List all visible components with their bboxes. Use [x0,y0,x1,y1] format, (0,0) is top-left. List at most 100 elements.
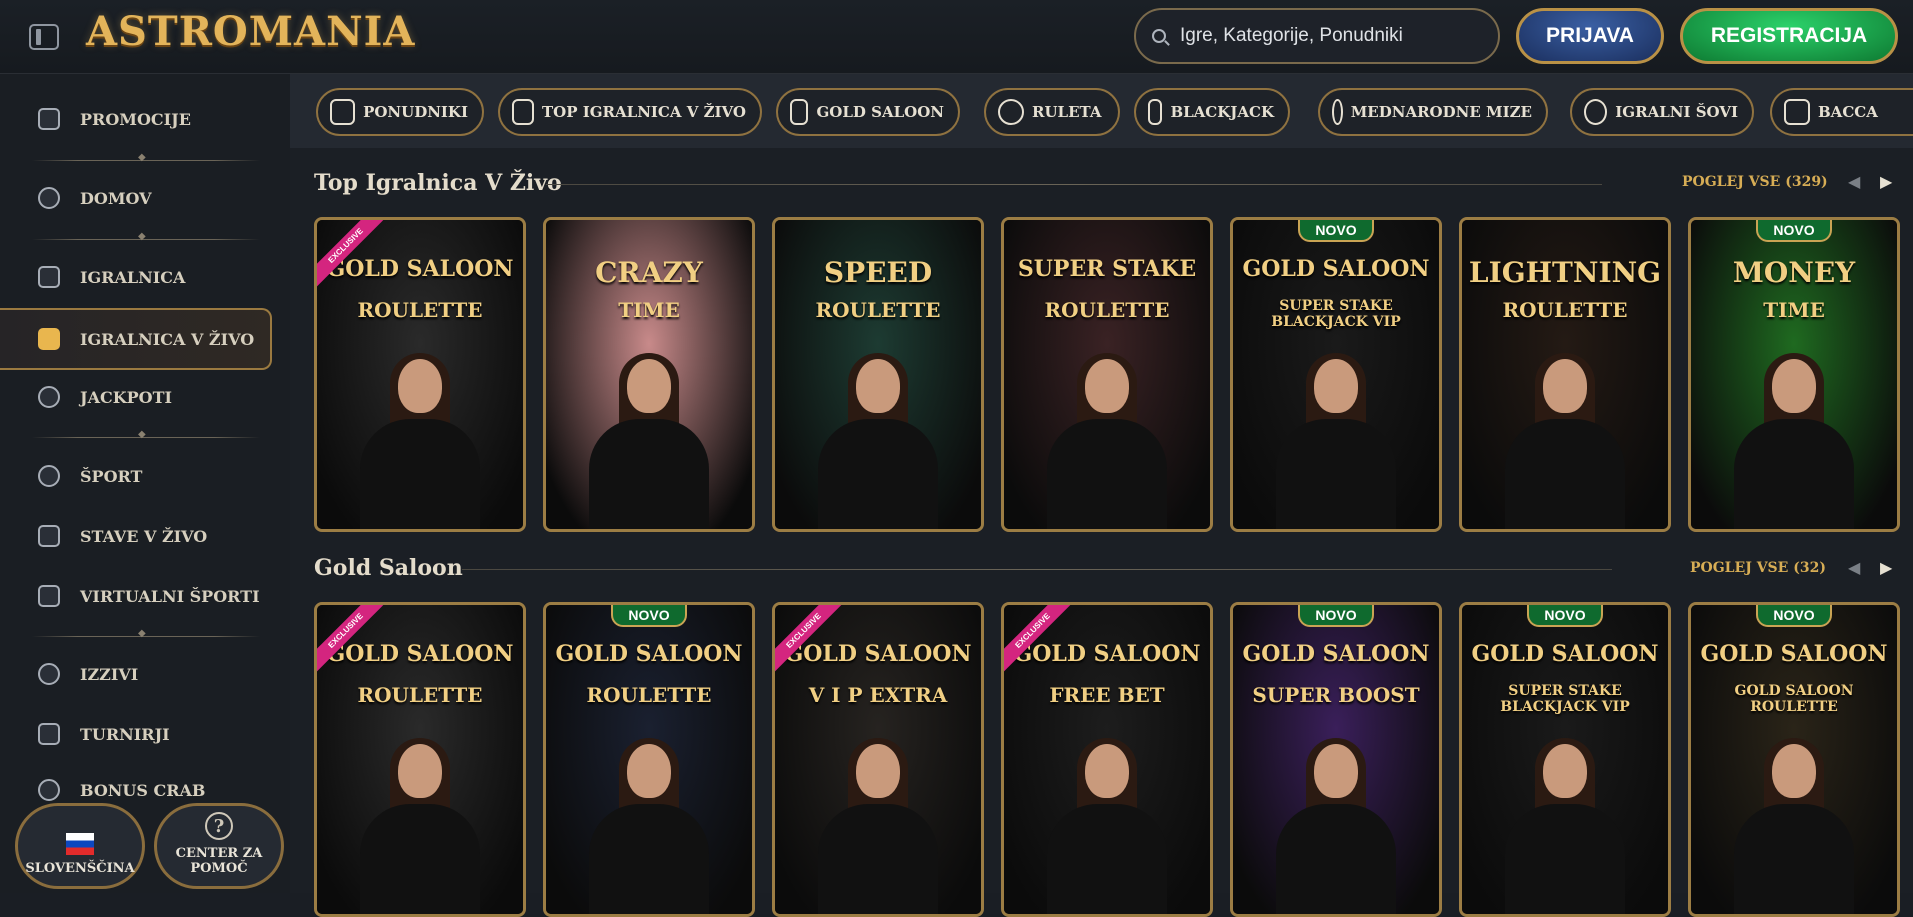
game-card[interactable]: LIGHTNING ROULETTE [1459,217,1671,532]
clover-icon [38,386,60,408]
main-content: PONUDNIKI TOP IGRALNICA V ŽIVO GOLD SALO… [290,74,1913,917]
game-card[interactable]: GOLD SALOON SUPER BOOST NOVO [1230,602,1442,917]
game-card-subtitle: FREE BET [1049,683,1165,707]
game-card-subtitle: GOLD SALOON ROULETTE [1734,683,1854,715]
game-card-title: GOLD SALOON [1242,256,1430,282]
new-badge: NOVO [1756,220,1832,242]
sidebar-item-jackpots[interactable]: JACKPOTI [38,382,172,412]
new-badge: NOVO [1298,220,1374,242]
game-card[interactable]: GOLD SALOON ROULETTE NOVO [543,602,755,917]
game-card-title: LIGHTNING [1468,256,1662,289]
virtual-screen-icon [38,585,60,607]
site-logo[interactable]: ASTROMANIA [86,8,415,55]
sidebar-item-label: STAVE V ŽIVO [80,526,208,546]
game-card[interactable]: CRAZY TIME [543,217,755,532]
game-card[interactable]: GOLD SALOON ROULETTE EXCLUSIVE [314,217,526,532]
category-providers[interactable]: PONUDNIKI [316,88,484,136]
sidebar-item-casino[interactable]: IGRALNICA [38,262,185,292]
sidebar-item-tournaments[interactable]: TURNIRJI [38,719,170,749]
sidebar-item-label: IGRALNICA V ŽIVO [80,329,255,349]
sidebar-toggle-icon[interactable] [29,24,59,50]
game-card[interactable]: GOLD SALOON V I P EXTRA EXCLUSIVE [772,602,984,917]
sidebar-item-bonus-crab[interactable]: BONUS CRAB [38,775,205,805]
game-card-title: CRAZY [595,256,703,289]
sidebar-divider [32,231,260,242]
sidebar-item-live-casino[interactable]: IGRALNICA V ŽIVO [0,308,272,370]
register-button[interactable]: REGISTRACIJA [1680,8,1898,64]
sidebar-item-label: JACKPOTI [80,387,172,407]
category-game-shows[interactable]: IGRALNI ŠOVI [1570,88,1754,136]
category-roulette[interactable]: RULETA [984,88,1120,136]
new-badge: NOVO [1756,605,1832,627]
sidebar-item-label: PROMOCIJE [80,109,191,129]
game-card-subtitle: TIME [1763,298,1825,322]
crown-icon [512,99,534,125]
card-icon [38,328,60,350]
sidebar: PROMOCIJE DOMOV IGRALNICA IGRALNICA V ŽI… [0,74,290,893]
dealer-image [1276,738,1396,914]
game-card-title: GOLD SALOON [1471,641,1659,667]
category-label: RULETA [1032,103,1102,121]
game-card-title: GOLD SALOON [1013,641,1201,667]
see-all-link-top-live[interactable]: POGLEJ VSE (329) [1682,174,1828,190]
game-card[interactable]: GOLD SALOON GOLD SALOON ROULETTE NOVO [1688,602,1900,917]
game-card-title: GOLD SALOON [1700,641,1888,667]
live-icon [38,525,60,547]
globe-icon [1332,99,1343,125]
prev-arrow-icon[interactable]: ◀ [1848,172,1860,192]
game-card-subtitle: SUPER BOOST [1252,683,1420,707]
sidebar-item-challenges[interactable]: IZZIVI [38,659,138,689]
login-button[interactable]: PRIJAVA [1516,8,1664,64]
dealer-image [1047,738,1167,914]
game-card-subtitle: ROULETTE [357,298,483,322]
game-card[interactable]: SPEED ROULETTE [772,217,984,532]
category-top-live-casino[interactable]: TOP IGRALNICA V ŽIVO [498,88,762,136]
game-card[interactable]: GOLD SALOON FREE BET EXCLUSIVE [1001,602,1213,917]
sidebar-item-sport[interactable]: ŠPORT [38,461,142,491]
search-box[interactable] [1134,8,1500,64]
game-card-subtitle: ROULETTE [815,298,941,322]
game-card-subtitle: ROULETTE [586,683,712,707]
sidebar-divider [32,628,260,639]
next-arrow-icon[interactable]: ▶ [1880,558,1892,578]
section-title-gold-saloon: Gold Saloon [314,555,463,581]
next-arrow-icon[interactable]: ▶ [1880,172,1892,192]
game-card-subtitle: V I P EXTRA [808,683,948,707]
sidebar-item-label: IZZIVI [80,664,139,684]
game-card[interactable]: GOLD SALOON SUPER STAKE BLACKJACK VIP NOVO [1459,602,1671,917]
sidebar-item-promotions[interactable]: PROMOCIJE [38,104,191,134]
podium-icon [38,723,60,745]
sidebar-divider [32,429,260,440]
game-card[interactable]: SUPER STAKE ROULETTE [1001,217,1213,532]
help-center-button[interactable]: ? CENTER ZA POMOČ [154,803,284,889]
game-card-subtitle: SUPER STAKE BLACKJACK VIP [1500,683,1630,715]
prev-arrow-icon[interactable]: ◀ [1848,558,1860,578]
dealer-image [1505,738,1625,914]
game-card[interactable]: GOLD SALOON SUPER STAKE BLACKJACK VIP NOVO [1230,217,1442,532]
dealer-image [818,738,938,914]
game-card[interactable]: GOLD SALOON ROULETTE EXCLUSIVE [314,602,526,917]
game-card[interactable]: MONEY TIME NOVO [1688,217,1900,532]
language-button[interactable]: SLOVENŠČINA [15,803,145,889]
category-label: GOLD SALOON [816,103,944,121]
category-international-tables[interactable]: MEDNARODNE MIZE [1318,88,1548,136]
section-title-top-live: Top Igralnica V Živo [314,170,562,196]
category-label: BLACKJACK [1170,103,1274,121]
search-input[interactable] [1180,22,1480,50]
game-card-subtitle: SUPER STAKE BLACKJACK VIP [1271,298,1401,330]
dealer-image [1047,353,1167,529]
new-badge: NOVO [1527,605,1603,627]
language-label: SLOVENŠČINA [25,861,135,876]
sidebar-item-virtual-sports[interactable]: VIRTUALNI ŠPORTI [38,581,260,611]
game-card-title: GOLD SALOON [326,641,514,667]
sidebar-item-home[interactable]: DOMOV [38,183,152,213]
sidebar-item-live-bets[interactable]: STAVE V ŽIVO [38,521,207,551]
category-label: MEDNARODNE MIZE [1350,103,1532,121]
game-card-title: GOLD SALOON [326,256,514,282]
category-baccarat[interactable]: BACCA [1770,88,1913,136]
category-gold-saloon[interactable]: GOLD SALOON [776,88,960,136]
category-blackjack[interactable]: BLACKJACK [1134,88,1290,136]
sidebar-item-label: ŠPORT [80,466,143,486]
game-card-title: MONEY [1732,256,1856,289]
see-all-link-gold-saloon[interactable]: POGLEJ VSE (32) [1690,560,1826,576]
